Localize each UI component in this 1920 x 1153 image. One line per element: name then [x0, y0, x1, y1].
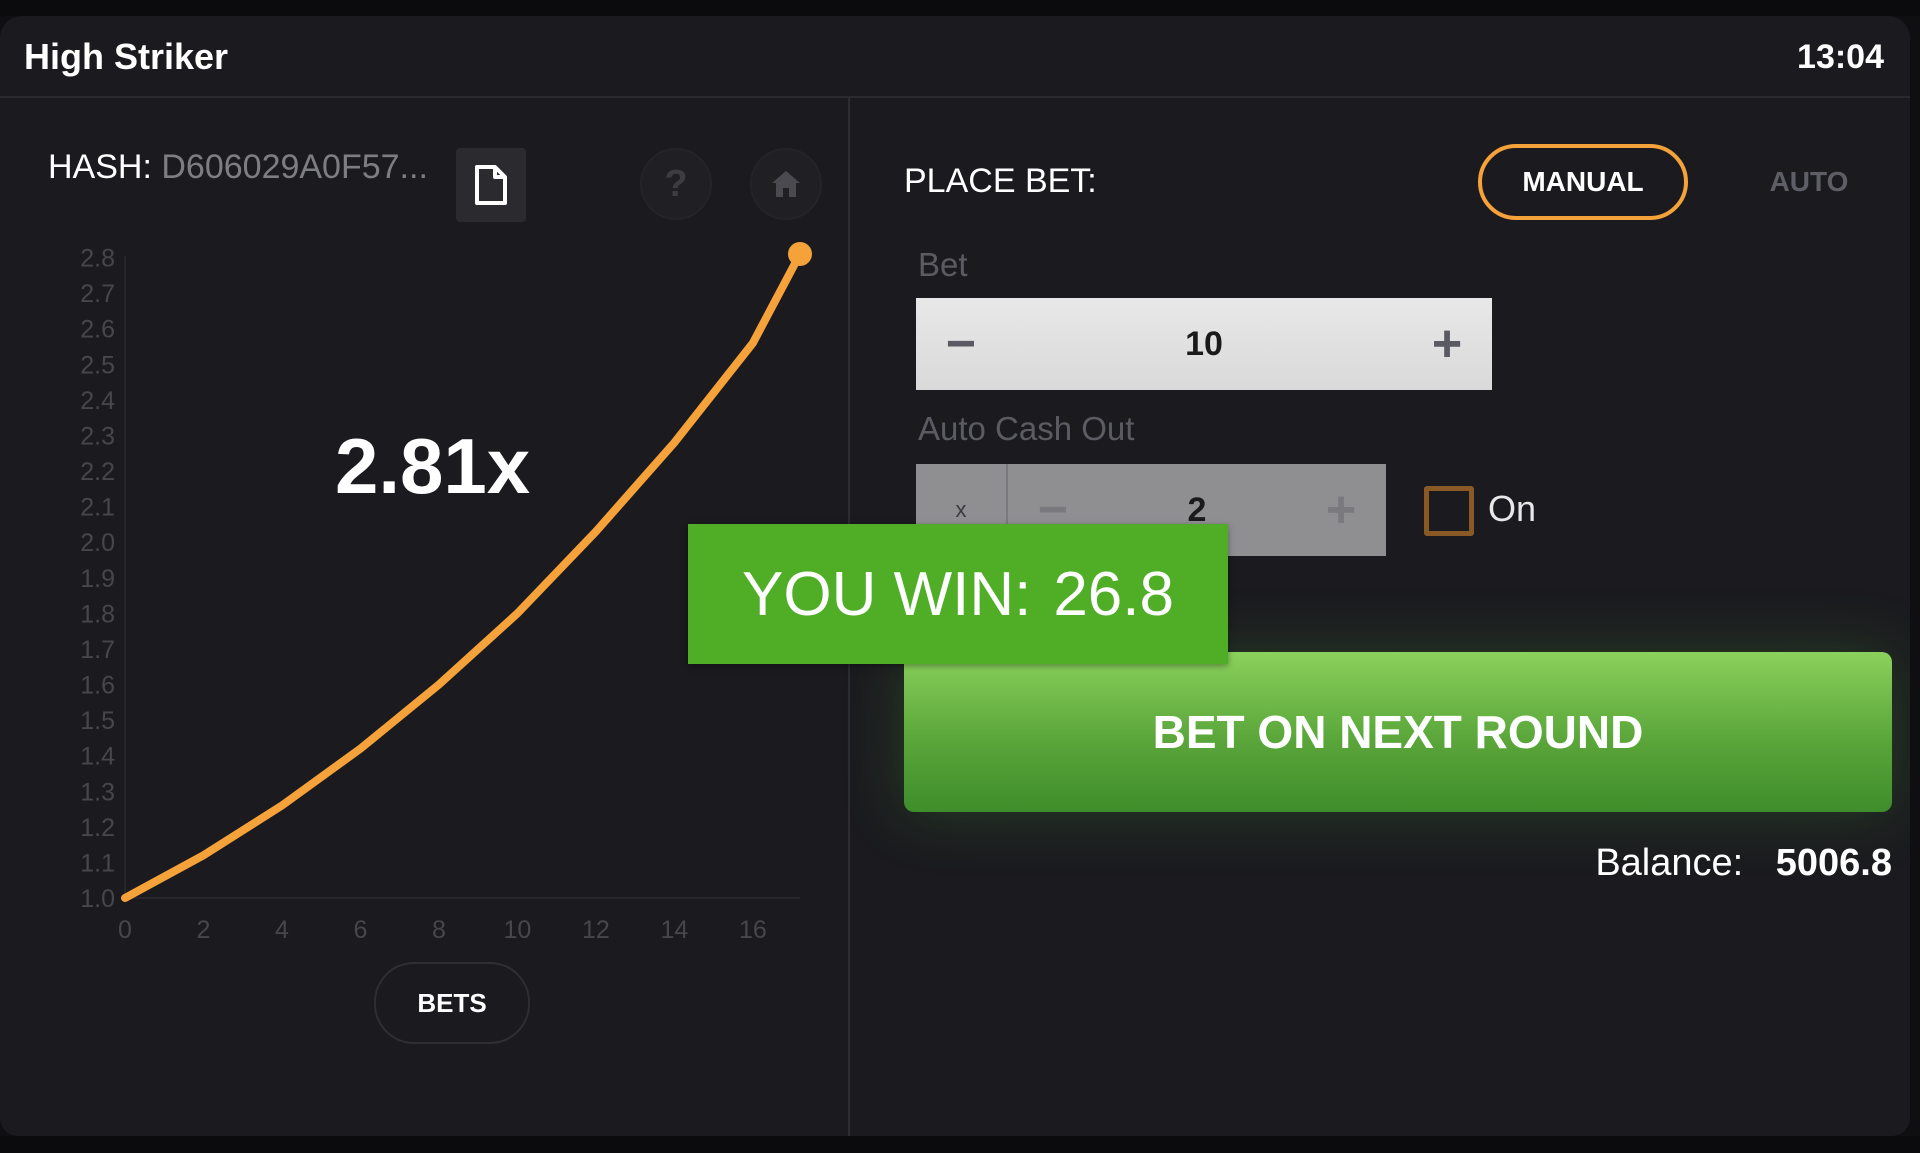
auto-cash-out-checkbox[interactable] [1424, 486, 1474, 536]
win-banner: YOU WIN: 26.8 [688, 524, 1228, 664]
y-tick-label: 1.6 [80, 672, 115, 700]
x-tick-label: 6 [354, 916, 368, 944]
x-tick-label: 0 [118, 916, 132, 944]
y-tick-label: 2.4 [80, 387, 115, 415]
x-tick-label: 8 [432, 916, 446, 944]
home-button[interactable] [750, 148, 822, 220]
curve-endpoint [788, 242, 812, 266]
balance-display: Balance: 5006.8 [1595, 842, 1892, 885]
y-tick-label: 2.6 [80, 316, 115, 344]
auto-cash-out-on-label: On [1488, 488, 1537, 529]
win-amount: 26.8 [1053, 559, 1174, 629]
y-tick-label: 2.7 [80, 280, 115, 308]
y-tick-label: 2.1 [80, 494, 115, 522]
y-tick-label: 1.3 [80, 778, 115, 806]
y-tick-label: 1.2 [80, 814, 115, 842]
bet-decrease-button[interactable]: − [916, 314, 1006, 374]
game-window: High Striker 13:04 HASH: D606029A0F57...… [0, 16, 1910, 1136]
x-tick-label: 12 [582, 916, 610, 944]
auto-cash-out-label: Auto Cash Out [918, 410, 1135, 447]
win-label: YOU WIN: [742, 559, 1032, 629]
tab-manual[interactable]: MANUAL [1478, 144, 1688, 220]
top-strip [0, 0, 1920, 16]
bet-amount-input[interactable]: 10 [1006, 325, 1402, 364]
y-tick-label: 1.4 [80, 743, 115, 771]
title-bar: High Striker 13:04 [0, 16, 1910, 98]
y-tick-label: 1.8 [80, 600, 115, 628]
document-icon [475, 165, 507, 205]
game-title: High Striker [24, 36, 229, 77]
hash-label: HASH: [48, 148, 152, 186]
y-tick-label: 1.0 [80, 885, 115, 913]
x-tick-label: 2 [197, 916, 211, 944]
copy-hash-button[interactable] [456, 148, 526, 222]
x-tick-label: 10 [504, 916, 532, 944]
hash-value: D606029A0F57... [161, 148, 428, 186]
y-tick-label: 1.9 [80, 565, 115, 593]
home-icon [772, 171, 800, 197]
place-bet-heading: PLACE BET: [904, 162, 1097, 200]
balance-value: 5006.8 [1775, 842, 1892, 884]
x-tick-label: 4 [275, 916, 289, 944]
bets-button[interactable]: BETS [374, 962, 530, 1044]
bet-increase-button[interactable]: + [1402, 314, 1492, 374]
y-tick-label: 2.0 [80, 529, 115, 557]
clock: 13:04 [1797, 38, 1884, 76]
balance-label: Balance: [1595, 842, 1744, 884]
hash-display: HASH: D606029A0F57... [48, 148, 428, 187]
question-icon: ? [664, 162, 688, 205]
x-tick-label: 16 [739, 916, 767, 944]
y-tick-label: 1.7 [80, 636, 115, 664]
y-tick-label: 2.5 [80, 351, 115, 379]
y-tick-label: 1.1 [80, 849, 115, 877]
bottom-strip [0, 1136, 1920, 1153]
help-button[interactable]: ? [640, 148, 712, 220]
y-tick-label: 1.5 [80, 707, 115, 735]
tab-auto[interactable]: AUTO [1744, 144, 1874, 220]
y-tick-label: 2.2 [80, 458, 115, 486]
bet-on-next-round-button[interactable]: BET ON NEXT ROUND [904, 652, 1892, 812]
bet-field-label: Bet [918, 246, 968, 283]
cash-out-increase-button[interactable]: + [1296, 480, 1386, 540]
y-tick-label: 2.8 [80, 245, 115, 273]
bet-amount-stepper: − 10 + [916, 298, 1492, 390]
current-multiplier: 2.81x [335, 422, 531, 510]
y-tick-label: 2.3 [80, 422, 115, 450]
x-tick-label: 14 [661, 916, 689, 944]
